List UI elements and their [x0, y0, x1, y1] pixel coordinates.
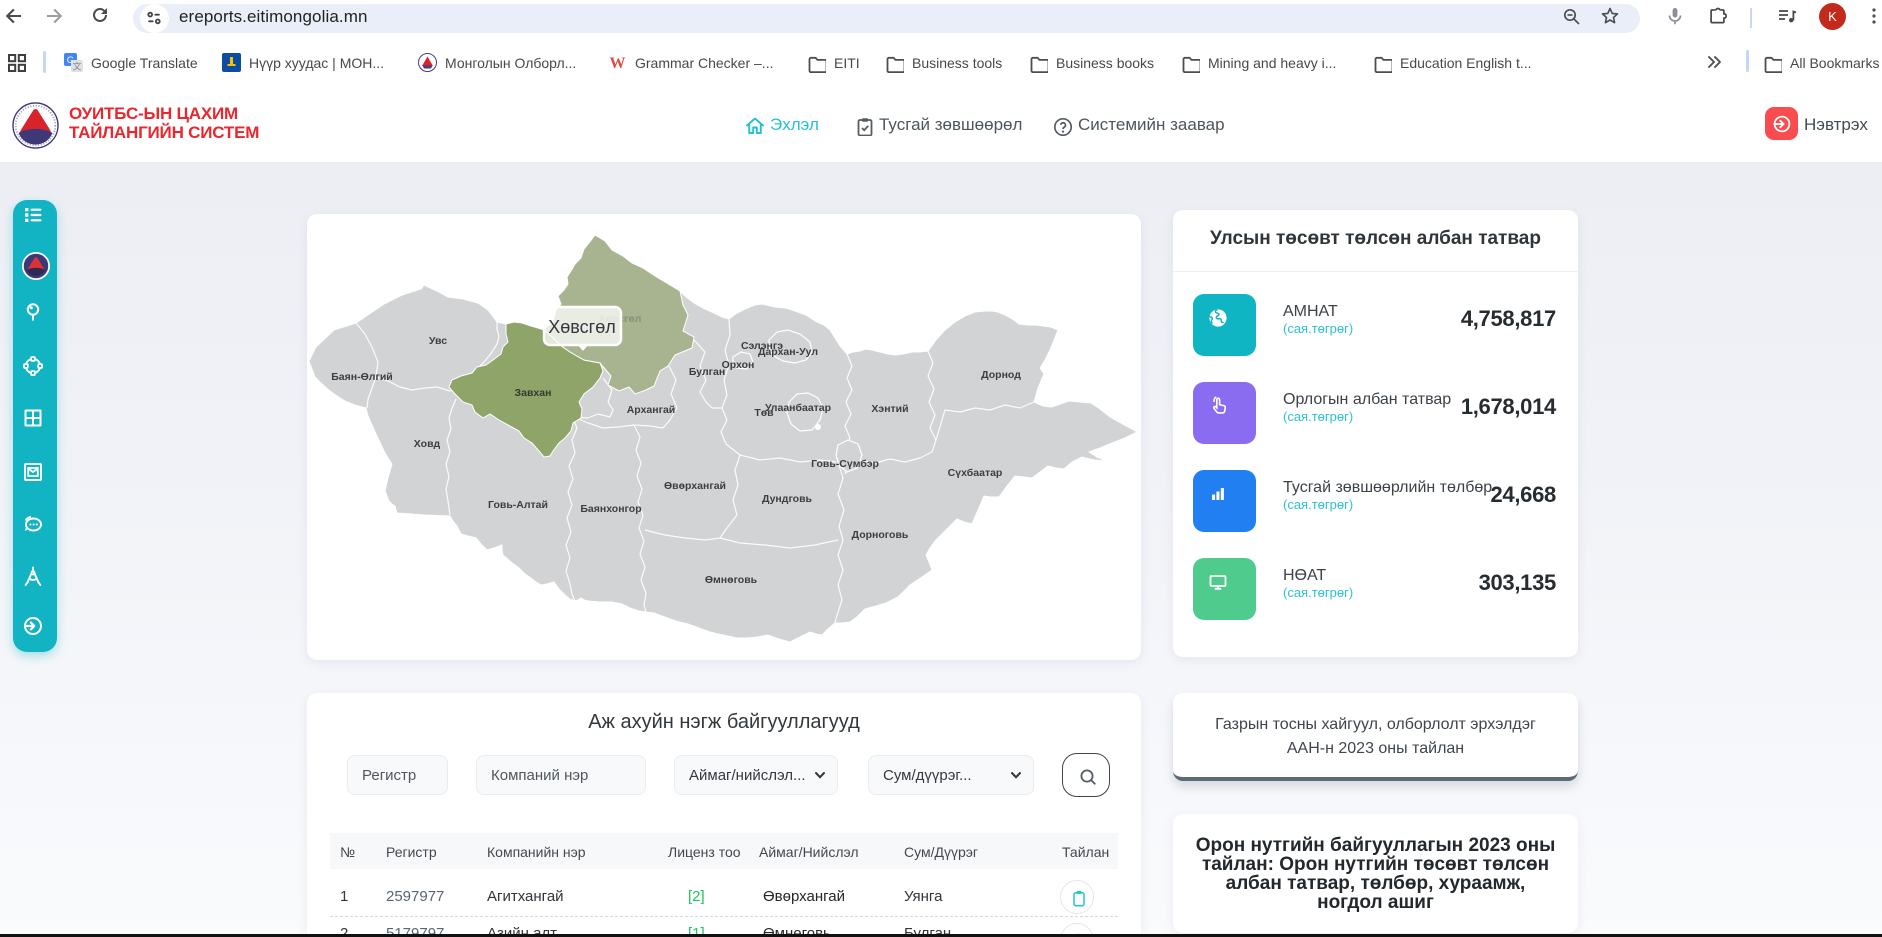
svg-text:Баян-Өлгий: Баян-Өлгий [331, 371, 392, 383]
svg-text:Баянхонгор: Баянхонгор [580, 503, 641, 515]
svg-text:Өвөрхангай: Өвөрхангай [664, 480, 726, 492]
svg-text:Дорноговь: Дорноговь [852, 529, 909, 541]
svg-text:Хөвсгөл: Хөвсгөл [548, 317, 615, 337]
svg-text:Ховд: Ховд [414, 438, 441, 450]
svg-text:Булган: Булган [689, 366, 725, 378]
svg-text:文: 文 [72, 61, 81, 72]
svg-text:Архангай: Архангай [627, 404, 676, 416]
svg-text:Улаанбаатар: Улаанбаатар [765, 402, 831, 414]
svg-text:Дархан-Уул: Дархан-Уул [758, 346, 818, 358]
svg-text:Завхан: Завхан [515, 387, 552, 399]
svg-text:Орхон: Орхон [722, 359, 755, 371]
svg-text:Төв: Төв [754, 407, 774, 419]
svg-text:Өмнөговь: Өмнөговь [705, 574, 758, 586]
svg-text:Дорнод: Дорнод [981, 369, 1021, 381]
svg-text:Хэнтий: Хэнтий [871, 403, 908, 415]
svg-text:W: W [610, 55, 626, 72]
svg-text:Дундговь: Дундговь [762, 493, 813, 505]
svg-text:Сүхбаатар: Сүхбаатар [948, 467, 1003, 479]
svg-text:Увс: Увс [429, 335, 447, 347]
svg-text:Говь-Сүмбэр: Говь-Сүмбэр [811, 458, 879, 470]
svg-text:Говь-Алтай: Говь-Алтай [488, 499, 548, 511]
